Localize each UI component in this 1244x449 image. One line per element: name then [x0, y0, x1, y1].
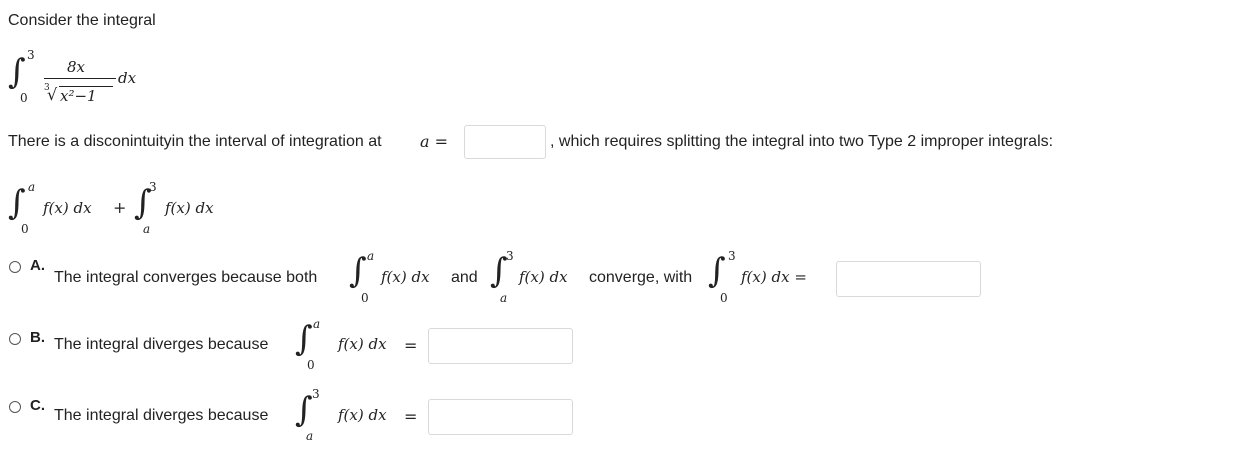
option-a-text: The integral converges because both	[54, 269, 318, 286]
lower-limit: a	[143, 222, 151, 236]
equals-sign: =	[404, 336, 418, 355]
upper-limit: 3	[149, 180, 157, 194]
option-c-text: The integral diverges because	[54, 407, 269, 424]
upper-limit: a	[28, 180, 36, 194]
integral-dx: dx	[118, 69, 137, 87]
upper-limit: 3	[27, 48, 35, 62]
lower-limit: 0	[21, 222, 29, 236]
fraction-bar	[44, 78, 116, 79]
discontinuity-var: a =	[420, 132, 449, 151]
integrand: f(x) dx =	[741, 268, 807, 286]
lower-limit: 0	[20, 91, 28, 105]
option-c-radio[interactable]	[9, 401, 21, 413]
integral-sign: ∫	[8, 183, 26, 223]
intro-text: Consider the integral	[8, 12, 156, 29]
radicand: x²−1	[60, 87, 97, 105]
integral-sign: ∫	[295, 390, 313, 430]
option-b-radio[interactable]	[9, 333, 21, 345]
upper-limit: a	[313, 317, 321, 331]
option-a-answer-input[interactable]	[836, 261, 981, 297]
upper-limit: 3	[506, 249, 514, 263]
lower-limit: 0	[720, 291, 728, 305]
lower-limit: a	[500, 291, 508, 305]
integrand: f(x) dx	[338, 335, 387, 353]
lower-limit: 0	[307, 358, 315, 372]
option-b-text: The integral diverges because	[54, 336, 269, 353]
integrand: f(x) dx	[381, 268, 430, 286]
integrand: f(x) dx	[338, 406, 387, 424]
integrand: f(x) dx	[165, 199, 214, 217]
equals-sign: =	[404, 407, 418, 426]
discontinuity-text-after: , which requires splitting the integral …	[550, 133, 1054, 150]
discontinuity-answer-input[interactable]	[464, 125, 546, 159]
option-c-answer-input[interactable]	[428, 399, 573, 435]
integral-sign: ∫	[349, 251, 367, 291]
lower-limit: 0	[361, 291, 369, 305]
upper-limit: 3	[728, 249, 736, 263]
numerator: 8x	[67, 58, 86, 76]
upper-limit: a	[367, 249, 375, 263]
option-a-letter: A.	[30, 257, 45, 274]
option-a-radio[interactable]	[9, 261, 21, 273]
integral-sign: ∫	[708, 251, 726, 291]
integral-sign: ∫	[8, 52, 26, 92]
plus-sign: +	[113, 198, 127, 217]
radical-sign: √	[47, 85, 58, 104]
integral-sign: ∫	[295, 319, 313, 359]
lower-limit: a	[306, 429, 314, 443]
discontinuity-text: There is a disconintuityin the interval …	[8, 133, 382, 150]
option-c-letter: C.	[30, 397, 45, 414]
and-text: and	[451, 269, 478, 286]
option-b-answer-input[interactable]	[428, 328, 573, 364]
integrand: f(x) dx	[43, 199, 92, 217]
option-b-letter: B.	[30, 329, 45, 346]
converge-text: converge, with	[589, 269, 693, 286]
integrand: f(x) dx	[519, 268, 568, 286]
upper-limit: 3	[312, 387, 320, 401]
